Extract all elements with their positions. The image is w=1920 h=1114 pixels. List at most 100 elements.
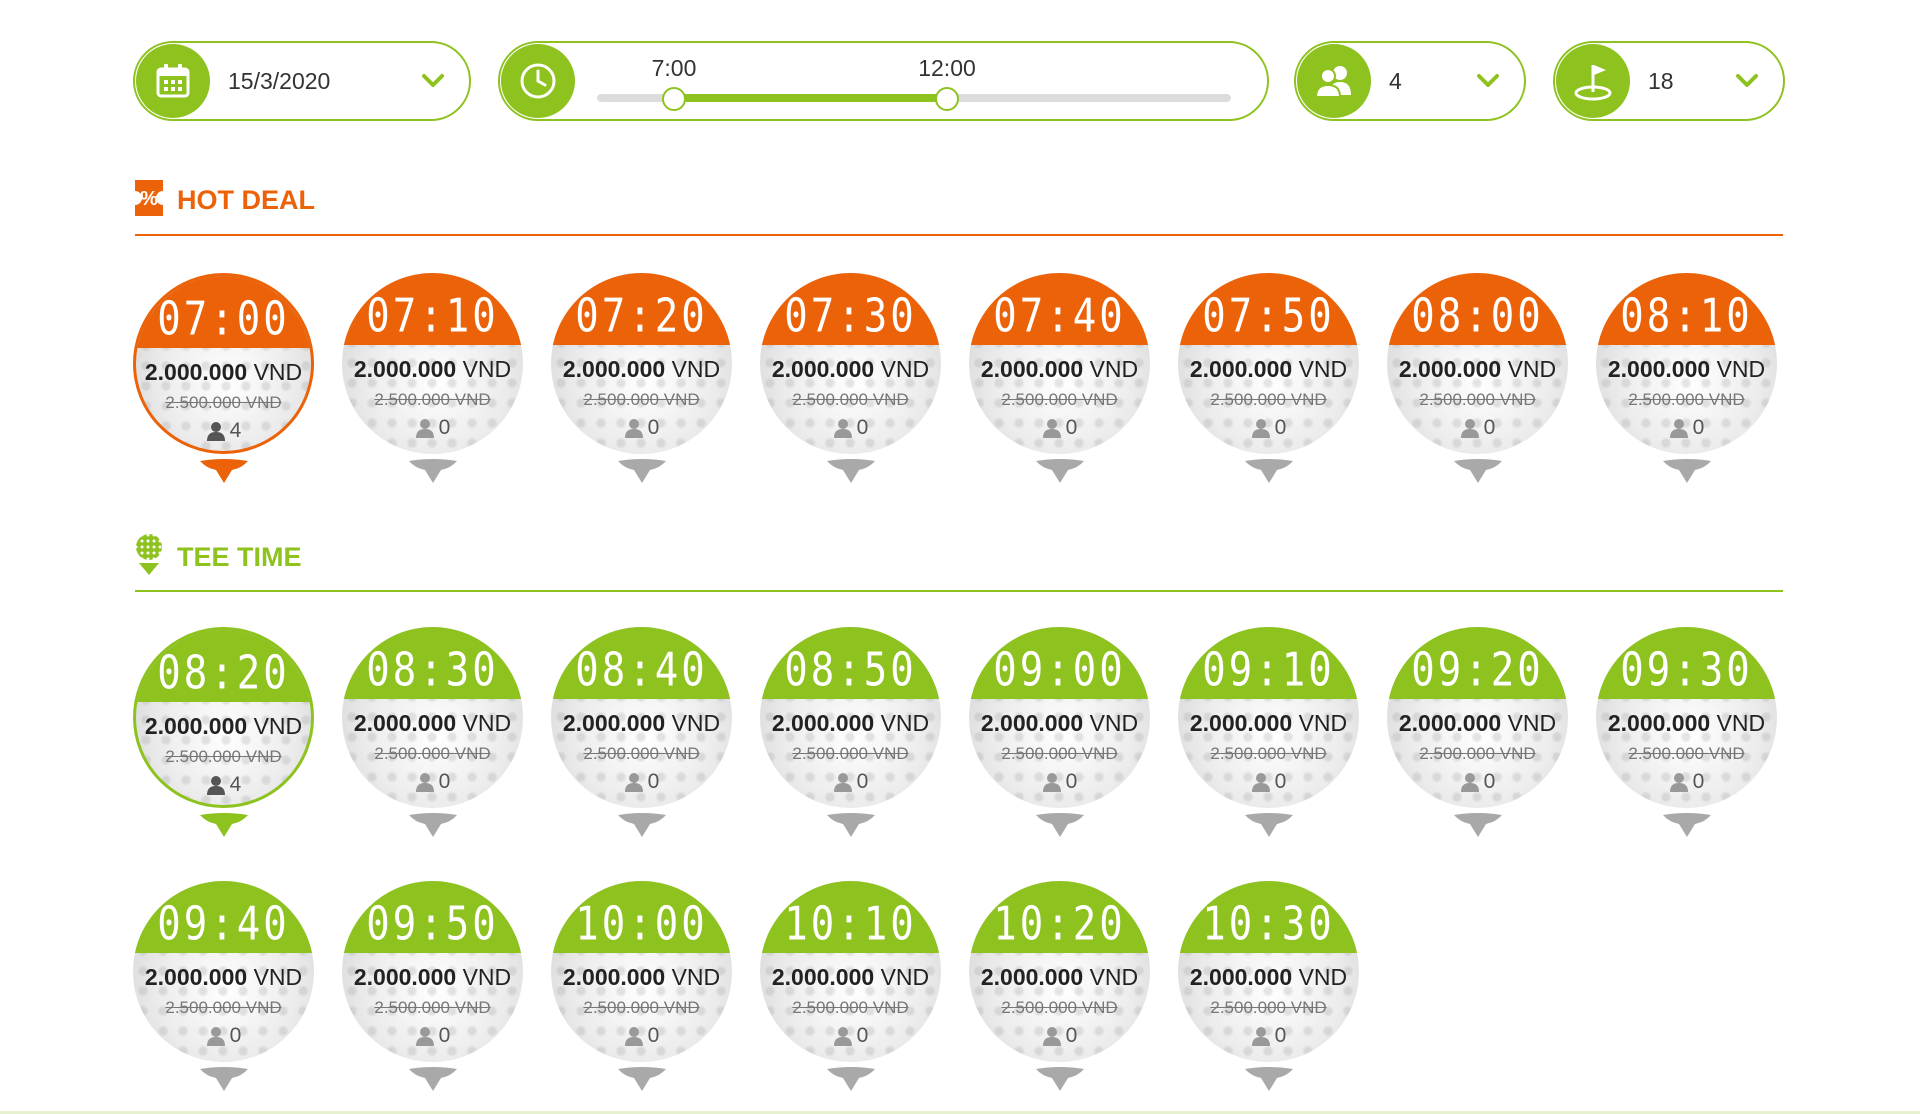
golf-ball: 08:40 2.000.000 VND 2.500.000 VND 0 [551, 627, 732, 808]
time-from-handle[interactable] [662, 87, 686, 111]
time-slot[interactable]: 07:00 2.000.000 VND 2.500.000 VND 4 [133, 273, 314, 484]
time-slot[interactable]: 07:40 2.000.000 VND 2.500.000 VND 0 [969, 273, 1150, 484]
slot-price-currency: VND [1298, 710, 1348, 736]
slot-price: 2.000.000 VND [760, 964, 941, 991]
slot-time: 10:10 [784, 897, 917, 952]
time-range-slider[interactable]: 7:00 12:00 [597, 44, 1231, 118]
slot-price-currency: VND [462, 964, 512, 990]
time-slot[interactable]: 09:10 2.000.000 VND 2.500.000 VND 0 [1178, 627, 1359, 838]
players-select[interactable]: 4 [1294, 41, 1526, 121]
time-to-handle[interactable] [935, 87, 959, 111]
slot-time-cap: 10:30 [1178, 881, 1359, 953]
slot-players-count: 0 [1483, 416, 1496, 439]
time-slot[interactable]: 08:10 2.000.000 VND 2.500.000 VND 0 [1596, 273, 1777, 484]
slot-players: 0 [551, 416, 732, 440]
slot-players: 4 [136, 773, 311, 797]
date-value: 15/3/2020 [228, 67, 331, 94]
slot-old-price: 2.500.000 VND [583, 744, 700, 763]
time-slot[interactable]: 07:50 2.000.000 VND 2.500.000 VND 0 [1178, 273, 1359, 484]
slot-price-currency: VND [253, 359, 303, 385]
golf-ball: 09:20 2.000.000 VND 2.500.000 VND 0 [1387, 627, 1568, 808]
tee-time-title: TEE TIME [177, 542, 302, 572]
slot-time-cap: 08:00 [1387, 273, 1568, 345]
tee-icon [826, 813, 875, 837]
tee-icon [199, 1067, 248, 1091]
slot-players: 0 [342, 416, 523, 440]
clock-icon [501, 44, 575, 118]
tee-icon [1035, 459, 1084, 483]
person-icon [415, 773, 434, 792]
chevron-down-icon[interactable] [1468, 73, 1508, 89]
time-slot[interactable]: 08:30 2.000.000 VND 2.500.000 VND 0 [342, 627, 523, 838]
time-to-label: 12:00 [918, 55, 976, 81]
date-picker[interactable]: 15/3/2020 [133, 41, 471, 121]
slot-old-price: 2.500.000 VND [792, 744, 909, 763]
slot-players: 0 [1596, 416, 1777, 440]
time-slot[interactable]: 08:50 2.000.000 VND 2.500.000 VND 0 [760, 627, 941, 838]
slot-players: 0 [342, 1024, 523, 1048]
time-slot[interactable]: 08:00 2.000.000 VND 2.500.000 VND 0 [1387, 273, 1568, 484]
chevron-down-icon[interactable] [1727, 73, 1767, 89]
time-slot[interactable]: 09:50 2.000.000 VND 2.500.000 VND 0 [342, 881, 523, 1092]
slot-price-value: 2.000.000 [562, 356, 666, 382]
slot-price: 2.000.000 VND [969, 710, 1150, 737]
slot-old-price: 2.500.000 VND [165, 747, 282, 766]
time-slot[interactable]: 07:20 2.000.000 VND 2.500.000 VND 0 [551, 273, 732, 484]
slot-price-value: 2.000.000 [353, 710, 457, 736]
slot-price: 2.000.000 VND [1387, 710, 1568, 737]
slot-price-currency: VND [1507, 710, 1557, 736]
slot-price-currency: VND [1298, 964, 1348, 990]
slot-players-count: 4 [229, 419, 242, 442]
time-slot[interactable]: 09:20 2.000.000 VND 2.500.000 VND 0 [1387, 627, 1568, 838]
slot-price: 2.000.000 VND [342, 964, 523, 991]
slot-price-value: 2.000.000 [1398, 710, 1502, 736]
slot-price: 2.000.000 VND [760, 710, 941, 737]
tee-icon [1244, 459, 1293, 483]
slot-price-value: 2.000.000 [1607, 710, 1711, 736]
slot-time: 08:30 [366, 643, 499, 698]
time-slot[interactable]: 07:30 2.000.000 VND 2.500.000 VND 0 [760, 273, 941, 484]
tee-icon [1035, 1067, 1084, 1091]
time-range-filter: 7:00 12:00 [498, 41, 1269, 121]
slot-time-cap: 07:40 [969, 273, 1150, 345]
time-slot[interactable]: 08:40 2.000.000 VND 2.500.000 VND 0 [551, 627, 732, 838]
slot-time: 07:20 [575, 289, 708, 344]
slot-time: 09:20 [1411, 643, 1544, 698]
time-slot[interactable]: 09:40 2.000.000 VND 2.500.000 VND 0 [133, 881, 314, 1092]
slot-time: 10:30 [1202, 897, 1335, 952]
slot-old-price: 2.500.000 VND [1419, 744, 1536, 763]
slot-old-price: 2.500.000 VND [1001, 744, 1118, 763]
slot-price-value: 2.000.000 [562, 710, 666, 736]
slot-time-cap: 07:00 [136, 276, 311, 348]
time-slot[interactable]: 08:20 2.000.000 VND 2.500.000 VND 4 [133, 627, 314, 838]
golf-ball: 08:00 2.000.000 VND 2.500.000 VND 0 [1387, 273, 1568, 454]
time-slot[interactable]: 10:30 2.000.000 VND 2.500.000 VND 0 [1178, 881, 1359, 1092]
time-slot[interactable]: 10:20 2.000.000 VND 2.500.000 VND 0 [969, 881, 1150, 1092]
slot-old-price: 2.500.000 VND [792, 390, 909, 409]
slot-price-currency: VND [671, 710, 721, 736]
slot-time-cap: 10:10 [760, 881, 941, 953]
golf-ball: 10:10 2.000.000 VND 2.500.000 VND 0 [760, 881, 941, 1062]
slot-players: 0 [760, 416, 941, 440]
time-slot[interactable]: 09:00 2.000.000 VND 2.500.000 VND 0 [969, 627, 1150, 838]
slot-time: 10:20 [993, 897, 1126, 952]
holes-select[interactable]: 18 [1553, 41, 1785, 121]
tee-icon [1453, 459, 1502, 483]
discount-ticket-icon: % [133, 178, 165, 223]
golf-ball: 10:30 2.000.000 VND 2.500.000 VND 0 [1178, 881, 1359, 1062]
time-slot[interactable]: 07:10 2.000.000 VND 2.500.000 VND 0 [342, 273, 523, 484]
chevron-down-icon[interactable] [413, 73, 453, 89]
slot-time: 09:10 [1202, 643, 1335, 698]
slot-price-currency: VND [671, 964, 721, 990]
slot-price-currency: VND [1089, 356, 1139, 382]
time-slot[interactable]: 09:30 2.000.000 VND 2.500.000 VND 0 [1596, 627, 1777, 838]
slot-time-cap: 07:30 [760, 273, 941, 345]
time-slot[interactable]: 10:10 2.000.000 VND 2.500.000 VND 0 [760, 881, 941, 1092]
person-icon [206, 1027, 225, 1046]
slot-players-count: 0 [1692, 416, 1705, 439]
slot-time-cap: 09:20 [1387, 627, 1568, 699]
slot-old-price: 2.500.000 VND [374, 998, 491, 1017]
golf-ball: 07:20 2.000.000 VND 2.500.000 VND 0 [551, 273, 732, 454]
time-slot[interactable]: 10:00 2.000.000 VND 2.500.000 VND 0 [551, 881, 732, 1092]
tee-icon [408, 459, 457, 483]
